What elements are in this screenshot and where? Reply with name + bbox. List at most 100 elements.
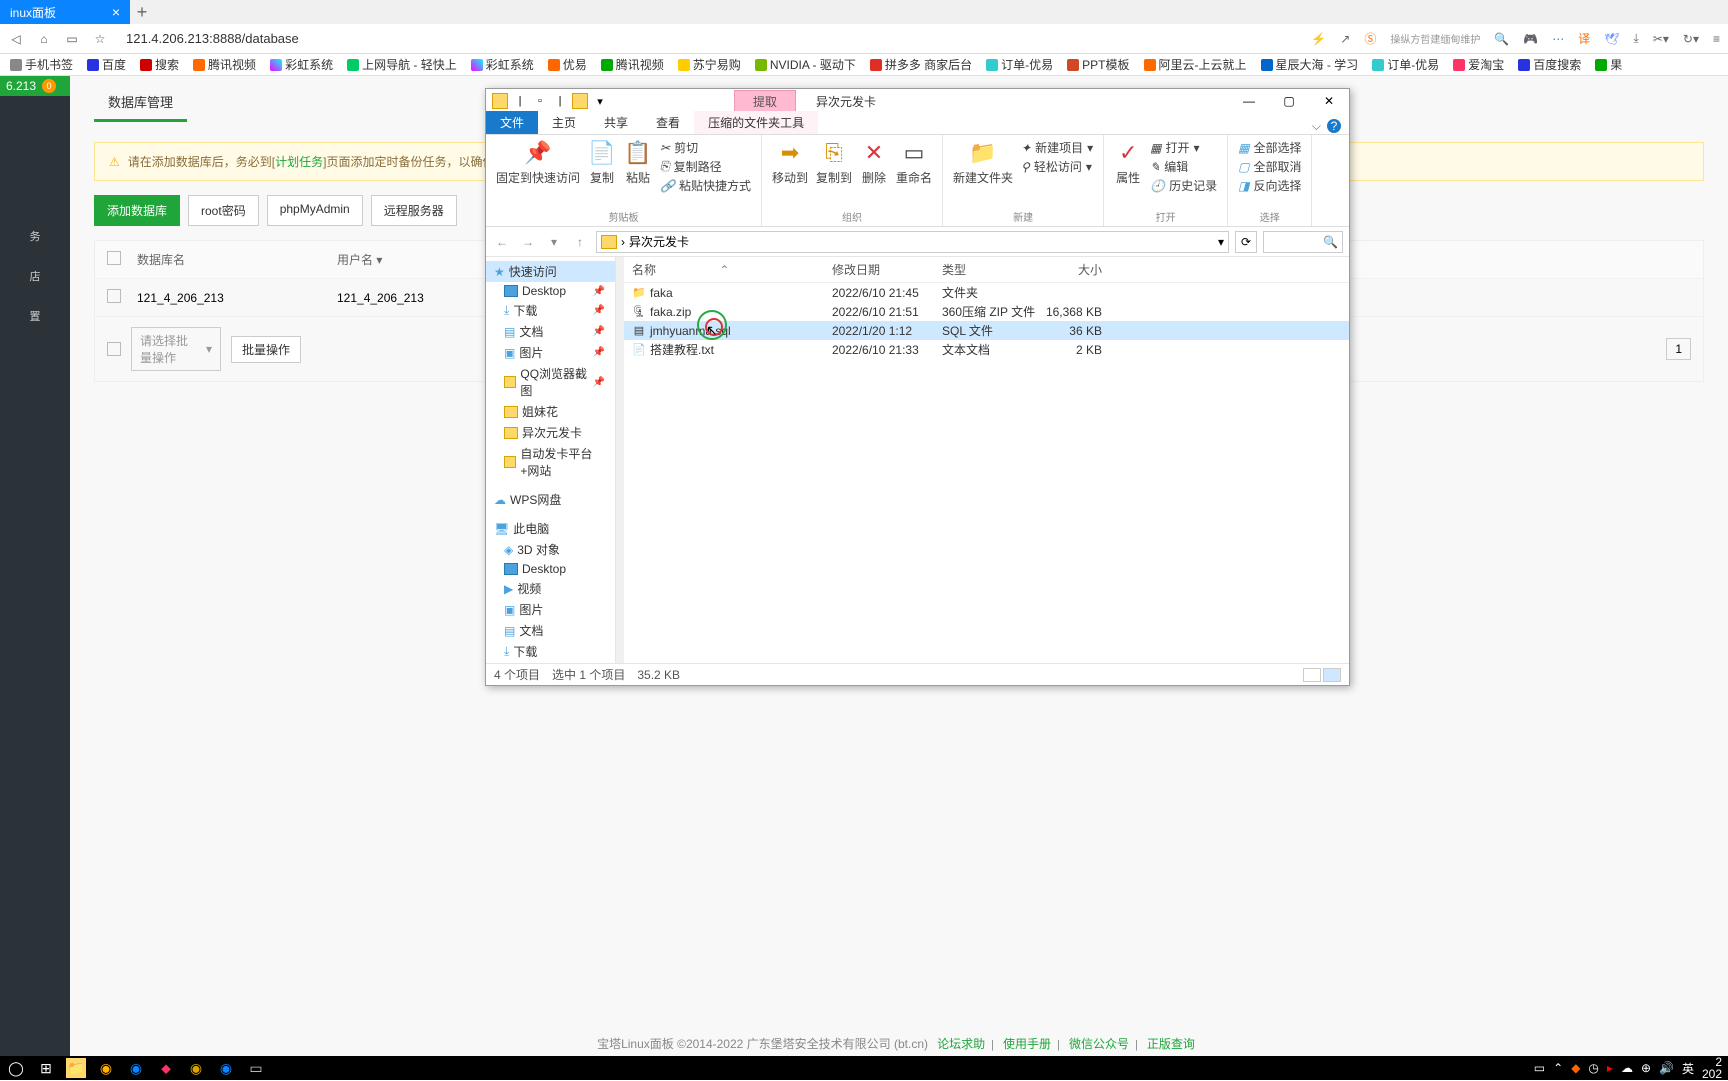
tab-home[interactable]: 主页 [538,111,590,134]
select-invert-button[interactable]: ◨反向选择 [1238,177,1301,194]
sidebar-badge[interactable]: 0 [42,79,56,93]
copyto-button[interactable]: ⎘复制到 [816,139,852,186]
cut-button[interactable]: ✂剪切 [660,139,751,156]
tray-icon[interactable]: ☁ [1621,1061,1633,1075]
close-button[interactable]: ✕ [1309,89,1349,113]
contextual-tab[interactable]: 提取 [734,90,796,112]
new-folder-button[interactable]: 📁新建文件夹 [953,139,1013,186]
bookmark-item[interactable]: 果 [1595,56,1622,73]
select-none-button[interactable]: ▢全部取消 [1238,158,1301,175]
tree-item[interactable]: ▤文档📌 [486,321,615,342]
props-icon[interactable]: ▫ [532,93,548,109]
refresh-button[interactable]: ⟳ [1235,231,1257,253]
new-tab-button[interactable]: + [130,0,154,24]
tray-icon[interactable]: ◷ [1588,1061,1598,1075]
easy-access-button[interactable]: ⚲轻松访问 ▾ [1021,158,1093,175]
bookmark-item[interactable]: 阿里云-上云就上 [1144,56,1247,73]
file-row[interactable]: ▤jmhyuanma.sql2022/1/20 1:12SQL 文件36 KB [624,321,1349,340]
share-icon[interactable]: ↗ [1340,32,1350,46]
task-icon[interactable]: ⬥ [156,1058,176,1078]
pin-quick-button[interactable]: 📌固定到快速访问 [496,139,580,186]
start-button[interactable]: ◯ [6,1058,26,1078]
tray-icon[interactable]: ◆ [1571,1061,1580,1075]
nav-recent-icon[interactable]: ▾ [544,235,564,249]
sidebar-item[interactable]: 置 [0,296,70,336]
clock[interactable]: 2202 [1702,1056,1722,1080]
tree-item[interactable]: ▤文档 [486,620,615,641]
explorer-titlebar[interactable]: | ▫ | ▾ 提取 异次元发卡 — ▢ ✕ [486,89,1349,113]
select-all-button[interactable]: ▦全部选择 [1238,139,1301,156]
tray-icon[interactable]: ▭ [1534,1061,1545,1075]
alert-link[interactable]: 计划任务 [275,155,323,169]
bookmark-item[interactable]: 上网导航 - 轻快上 [347,56,457,73]
maximize-button[interactable]: ▢ [1269,89,1309,113]
file-row[interactable]: 🗜faka.zip2022/6/10 21:51360压缩 ZIP 文件16,3… [624,302,1349,321]
rename-button[interactable]: ▭重命名 [896,139,932,186]
file-row[interactable]: 📁faka2022/6/10 21:45文件夹 [624,283,1349,302]
bookmark-item[interactable]: 彩虹系统 [270,56,333,73]
bookmark-item[interactable]: 腾讯视频 [193,56,256,73]
footer-link[interactable]: 使用手册 [1003,1037,1051,1051]
tray-icon[interactable]: ⊕ [1641,1061,1651,1075]
add-db-button[interactable]: 添加数据库 [94,195,180,226]
chevron-down-icon[interactable]: ▾ [1218,235,1224,249]
th-name[interactable]: 数据库名 [137,251,337,268]
batch-button[interactable]: 批量操作 [231,336,301,363]
row-checkbox[interactable] [107,289,121,303]
details-view-icon[interactable] [1303,668,1321,682]
history-button[interactable]: 🕘历史记录 [1150,177,1217,194]
copy-button[interactable]: 📄复制 [588,139,616,186]
home-icon[interactable]: ⌂ [36,32,52,46]
copy-path-button[interactable]: ⎘复制路径 [660,158,751,175]
scissors-icon[interactable]: ✂▾ [1653,32,1669,46]
tab-share[interactable]: 共享 [590,111,642,134]
tree-this-pc[interactable]: 🖥此电脑 [486,518,615,539]
tree-item[interactable]: Desktop📌 [486,282,615,300]
ime-indicator[interactable]: 英 [1682,1060,1694,1077]
bookmark-item[interactable]: 拼多多 商家后台 [870,56,972,73]
props-button[interactable]: ✓属性 [1114,139,1142,186]
batch-checkbox[interactable] [107,342,121,356]
page-number[interactable]: 1 [1666,338,1691,360]
open-button[interactable]: ▦打开 ▾ [1150,139,1217,156]
footer-link[interactable]: 微信公众号 [1069,1037,1129,1051]
tree-item[interactable]: ▣图片📌 [486,342,615,363]
volume-icon[interactable]: 🔊 [1659,1061,1674,1075]
col-type[interactable]: 类型 [942,261,1042,278]
task-view-icon[interactable]: ⊞ [36,1058,56,1078]
paste-shortcut-button[interactable]: 🔗粘贴快捷方式 [660,177,751,194]
bookmark-item[interactable]: 优易 [548,56,587,73]
bookmark-item[interactable]: 百度搜索 [1518,56,1581,73]
help-icon[interactable]: ? [1327,119,1341,133]
tree-item[interactable]: Desktop [486,560,615,578]
nav-tree[interactable]: ★快速访问 Desktop📌 ⤓下载📌 ▤文档📌 ▣图片📌 QQ浏览器截图📌 姐… [486,257,616,663]
bookmark-item[interactable]: 彩虹系统 [471,56,534,73]
tree-item[interactable]: QQ浏览器截图📌 [486,363,615,401]
task-icon[interactable]: ◉ [216,1058,236,1078]
tree-item[interactable]: 姐妹花 [486,401,615,422]
tray-icon[interactable]: ▸ [1607,1061,1613,1075]
tree-item[interactable]: 自动发卡平台+网站 [486,443,615,481]
tab-close-icon[interactable]: × [112,4,120,20]
tree-quick-access[interactable]: ★快速访问 [486,261,615,282]
tree-wps[interactable]: ☁WPS网盘 [486,489,615,510]
col-date[interactable]: 修改日期 [832,261,942,278]
select-all-checkbox[interactable] [107,251,121,265]
star-icon[interactable]: ☆ [92,32,108,46]
nav-back-icon[interactable]: ← [492,235,512,249]
search-box[interactable]: 🔍 [1263,231,1343,253]
crumb-item[interactable]: 异次元发卡 [629,233,689,250]
bolt-icon[interactable]: ⚡ [1311,32,1326,46]
bookmark-item[interactable]: 百度 [87,56,126,73]
back-icon[interactable]: ◁ [8,32,24,46]
bookmark-item[interactable]: 爱淘宝 [1453,56,1504,73]
col-name[interactable]: 名称 ⌃ [632,261,832,278]
menu-icon[interactable]: ≡ [1713,32,1720,46]
tree-scrollbar[interactable] [616,257,624,663]
translate-icon[interactable]: 译 [1578,30,1590,47]
folder-icon[interactable] [572,93,588,109]
icons-view-icon[interactable] [1323,668,1341,682]
bookmark-item[interactable]: NVIDIA - 驱动下 [755,56,856,73]
pma-button[interactable]: phpMyAdmin [267,195,363,226]
paste-button[interactable]: 📋粘贴 [624,139,652,186]
